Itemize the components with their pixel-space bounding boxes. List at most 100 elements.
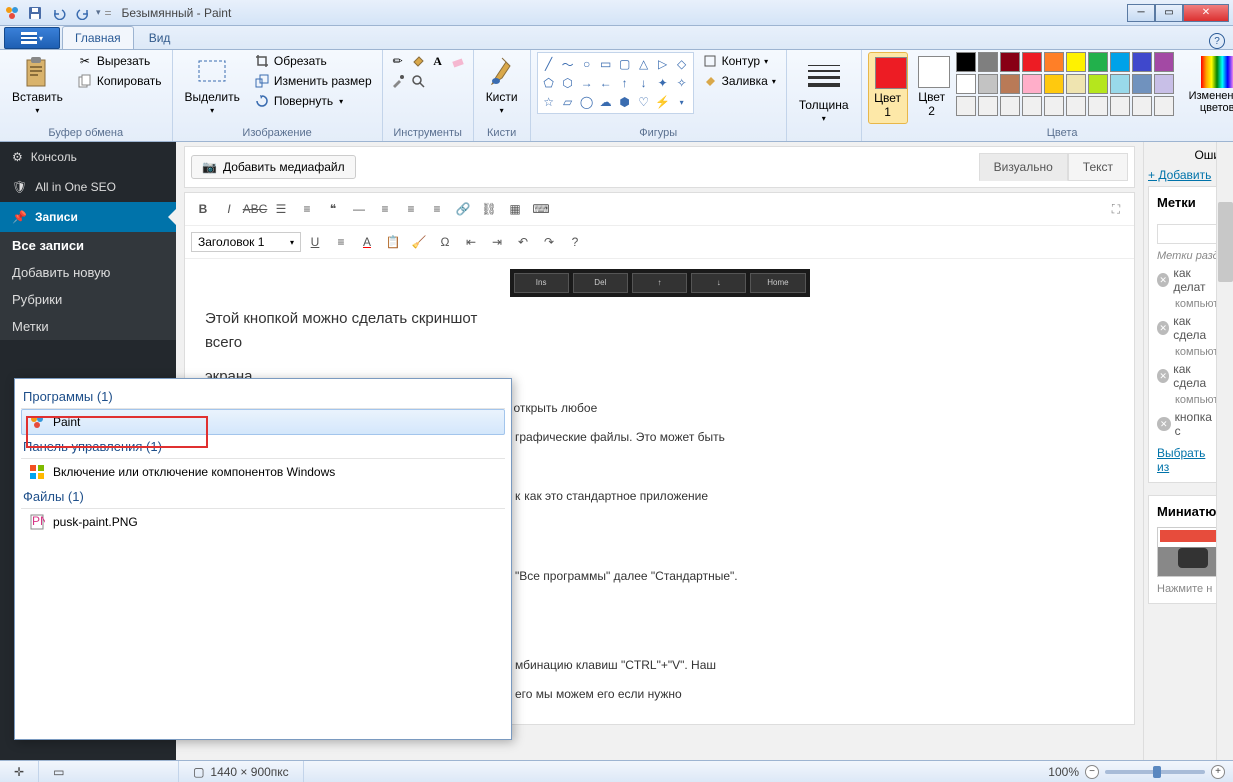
heading-select[interactable]: Заголовок 1▾ [191,232,301,252]
fullscreen-button[interactable]: ⛶ [1104,197,1128,221]
hr-button[interactable]: — [347,197,371,221]
close-button[interactable]: ✕ [1183,4,1229,22]
shapes-gallery[interactable]: ╱〜○▭▢△▷◇ ⬠⬡→←↑↓✦✧ ☆▱◯☁⬢♡⚡▾ [537,52,694,114]
tab-main[interactable]: Главная [62,26,134,49]
align-left-button[interactable]: ≡ [373,197,397,221]
copy-button[interactable]: Копировать [73,72,166,90]
zoom-slider[interactable] [1105,770,1205,774]
color-swatch[interactable] [1110,52,1130,72]
file-menu-button[interactable]: ▾ [4,27,60,49]
undo-editor-button[interactable]: ↶ [511,230,535,254]
color-swatch[interactable] [1022,74,1042,94]
color-swatch[interactable] [1066,52,1086,72]
choose-tags-link[interactable]: Выбрать из [1157,446,1205,474]
undo-button[interactable] [48,3,70,23]
paste-text-button[interactable]: 📋 [381,230,405,254]
color-swatch[interactable] [1110,74,1130,94]
sidebar-tags[interactable]: Метки [0,313,176,340]
color-swatch[interactable] [978,52,998,72]
text-tool[interactable]: A [429,52,447,70]
sidebar-seo[interactable]: 🛡All in One SEO [0,172,176,202]
color-swatch[interactable] [1154,74,1174,94]
ol-button[interactable]: ≡ [295,197,319,221]
help-icon[interactable]: ? [1209,33,1225,49]
pencil-tool[interactable]: ✏ [389,52,407,70]
picker-tool[interactable] [389,72,407,90]
ul-button[interactable]: ☰ [269,197,293,221]
color-swatch[interactable] [1066,74,1086,94]
redo-editor-button[interactable]: ↷ [537,230,561,254]
edit-colors-button[interactable]: Изменение цветов [1178,52,1233,118]
resize-button[interactable]: Изменить размер [250,72,376,90]
save-button[interactable] [24,3,46,23]
color-swatch[interactable] [1154,52,1174,72]
sm-file-item[interactable]: PNG pusk-paint.PNG [21,509,505,535]
color-swatch[interactable] [1044,74,1064,94]
charmap-button[interactable]: Ω [433,230,457,254]
paste-button[interactable]: Вставить ▾ [6,52,69,119]
color-swatch[interactable] [956,96,976,116]
color-swatch[interactable] [1088,96,1108,116]
select-button[interactable]: Выделить▾ [179,52,246,119]
sidebar-posts[interactable]: 📌Записи [0,202,176,232]
align-center-button[interactable]: ≡ [399,197,423,221]
brushes-button[interactable]: Кисти▾ [480,52,524,119]
unlink-button[interactable]: ⛓ [477,197,501,221]
outdent-button[interactable]: ⇤ [459,230,483,254]
link-button[interactable]: 🔗 [451,197,475,221]
tab-visual[interactable]: Визуально [979,153,1068,181]
sidebar-categories[interactable]: Рубрики [0,286,176,313]
align-right-button[interactable]: ≡ [425,197,449,221]
textcolor-button[interactable]: A [355,230,379,254]
crop-button[interactable]: Обрезать [250,52,376,70]
color-swatch[interactable] [978,74,998,94]
remove-tag-icon[interactable]: ✕ [1157,369,1169,383]
color-swatch[interactable] [1022,52,1042,72]
sm-components-item[interactable]: Включение или отключение компонентов Win… [21,459,505,485]
color-swatch[interactable] [1022,96,1042,116]
bold-button[interactable]: B [191,197,215,221]
sidebar-console[interactable]: ⚙Консоль [0,142,176,172]
fill-button[interactable]: Заливка▾ [698,72,780,90]
thickness-button[interactable]: Толщина▾ [793,52,855,127]
redo-button[interactable] [72,3,94,23]
sidebar-add-new[interactable]: Добавить новую [0,259,176,286]
color-swatch[interactable] [1000,52,1020,72]
help-editor-button[interactable]: ? [563,230,587,254]
outline-button[interactable]: Контур▾ [698,52,780,70]
tab-text[interactable]: Текст [1068,153,1128,181]
qat-dropdown[interactable]: ▾ [96,7,101,18]
minimize-button[interactable]: ─ [1127,4,1155,22]
toolbar-toggle-button[interactable]: ⌨ [529,197,553,221]
underline-button[interactable]: U [303,230,327,254]
color-swatch[interactable] [1000,74,1020,94]
remove-tag-icon[interactable]: ✕ [1157,417,1171,431]
tab-view[interactable]: Вид [136,26,184,49]
color-swatch[interactable] [1000,96,1020,116]
tag-item[interactable]: ✕как делат [1157,266,1220,294]
tag-item[interactable]: ✕кнопка с [1157,410,1220,438]
eraser-tool[interactable] [449,52,467,70]
color-swatch[interactable] [978,96,998,116]
italic-button[interactable]: I [217,197,241,221]
cut-button[interactable]: ✂Вырезать [73,52,166,70]
strike-button[interactable]: ABC [243,197,267,221]
color-swatch[interactable] [1132,74,1152,94]
add-link[interactable]: + Добавить [1148,168,1211,182]
clear-format-button[interactable]: 🧹 [407,230,431,254]
color-swatch[interactable] [1066,96,1086,116]
color1-button[interactable]: Цвет 1 [868,52,908,124]
maximize-button[interactable]: ▭ [1155,4,1183,22]
remove-tag-icon[interactable]: ✕ [1157,321,1169,335]
tags-input[interactable] [1157,224,1220,244]
color-swatch[interactable] [1044,52,1064,72]
color-swatch[interactable] [1088,74,1108,94]
sm-paint-item[interactable]: Paint [21,409,505,435]
remove-tag-icon[interactable]: ✕ [1157,273,1169,287]
color-swatch[interactable] [956,74,976,94]
color-swatch[interactable] [1132,52,1152,72]
zoom-out-button[interactable]: − [1085,765,1099,779]
vertical-scrollbar[interactable] [1216,142,1233,760]
indent-button[interactable]: ⇥ [485,230,509,254]
tag-item[interactable]: ✕как сдела [1157,314,1220,342]
